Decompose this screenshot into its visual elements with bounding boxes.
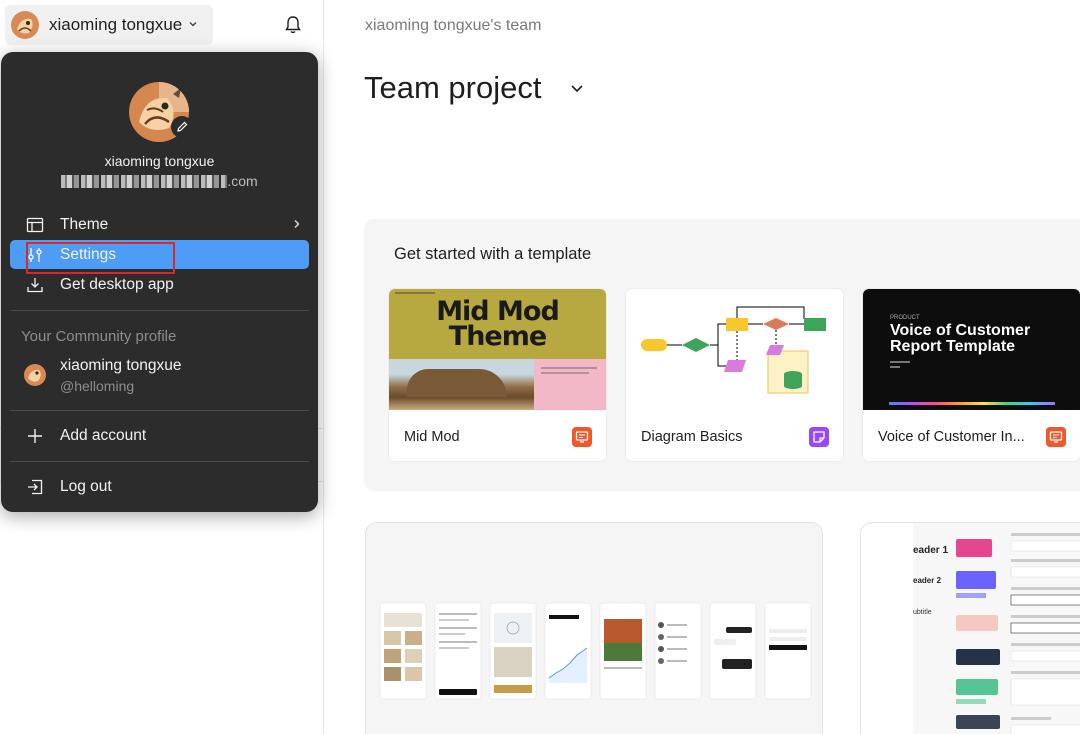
file-thumbnail <box>956 533 1080 734</box>
row-label: ubtitle <box>913 609 932 616</box>
slides-icon <box>1046 427 1066 447</box>
menu-item-add-account[interactable]: Add account <box>10 421 309 450</box>
file-card-mobile-screens[interactable] <box>365 522 823 734</box>
logout-icon <box>25 477 45 497</box>
download-icon <box>25 275 45 295</box>
bell-icon[interactable] <box>282 14 304 36</box>
menu-item-label: Log out <box>60 477 112 495</box>
template-card-label: Voice of Customer In... <box>878 429 1025 445</box>
template-card-voice-of-customer[interactable]: PRODUCT Voice of Customer Report Templat… <box>863 289 1080 461</box>
community-profile-handle: @helloming <box>60 378 135 394</box>
menu-item-label: Theme <box>60 215 109 233</box>
thumb-subtitle: Theme <box>448 321 547 352</box>
template-thumbnail: Mid Mod Theme <box>389 289 606 410</box>
page-title: Team project <box>364 70 542 105</box>
row-label: eader 1 <box>913 545 949 556</box>
template-card-label: Diagram Basics <box>641 429 743 445</box>
avatar <box>11 11 39 39</box>
team-name[interactable]: xiaoming tongxue's team <box>365 17 541 35</box>
divider <box>10 410 309 411</box>
layout-icon <box>25 215 45 235</box>
account-name: xiaoming tongxue <box>49 15 183 34</box>
divider <box>10 461 309 462</box>
community-profile-name[interactable]: xiaoming tongxue <box>60 357 182 375</box>
account-switcher-button[interactable]: xiaoming tongxue <box>5 5 213 45</box>
row-label: eader 2 <box>913 576 942 585</box>
pencil-icon[interactable] <box>171 116 193 138</box>
redacted-email <box>61 175 228 188</box>
menu-item-label: Add account <box>60 426 147 444</box>
thumb-title: Voice of Customer <box>890 322 1031 339</box>
thumb-subtitle: Report Template <box>890 338 1016 355</box>
template-card-diagram-basics[interactable]: Diagram Basics <box>626 289 843 461</box>
menu-item-desktop-app[interactable]: Get desktop app <box>10 270 309 299</box>
account-email: .com <box>1 173 318 189</box>
divider <box>10 310 309 311</box>
file-card-design-system[interactable]: eader 1 eader 2 ubtitle <box>860 522 1080 734</box>
sticky-note-icon <box>809 427 829 447</box>
template-heading: Get started with a template <box>394 245 592 263</box>
chevron-down-icon[interactable] <box>569 80 585 96</box>
chevron-down-icon <box>188 19 198 32</box>
avatar[interactable] <box>24 364 46 386</box>
template-card-label: Mid Mod <box>404 429 460 445</box>
chevron-right-icon <box>293 216 301 233</box>
template-card-mid-mod[interactable]: Mid Mod Theme Mid Mod <box>389 289 606 461</box>
slides-icon <box>572 427 592 447</box>
plus-icon <box>25 426 45 446</box>
menu-item-theme[interactable]: Theme <box>10 210 309 239</box>
menu-item-label: Get desktop app <box>60 275 174 293</box>
file-thumbnail <box>379 602 812 700</box>
email-suffix: .com <box>227 173 258 189</box>
template-thumbnail: PRODUCT Voice of Customer Report Templat… <box>863 289 1080 410</box>
community-section-label: Your Community profile <box>21 328 177 345</box>
template-thumbnail <box>626 289 843 410</box>
account-dropdown-menu: xiaoming tongxue .com Theme Settings Get… <box>1 52 318 512</box>
menu-item-logout[interactable]: Log out <box>10 472 309 501</box>
template-panel: Get started with a template Mid Mod Them… <box>364 219 1080 491</box>
account-name: xiaoming tongxue <box>104 153 215 169</box>
